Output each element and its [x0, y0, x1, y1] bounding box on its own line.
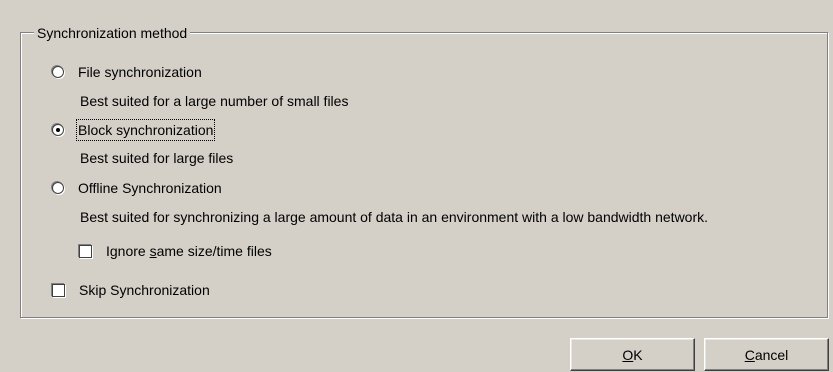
radio-button-unchecked-icon[interactable] [52, 182, 64, 194]
cancel-button[interactable]: Cancel [704, 338, 829, 371]
radio-button-unchecked-icon[interactable] [52, 66, 64, 78]
radio-offline-synchronization[interactable]: Offline Synchronization [52, 179, 222, 197]
group-title: Synchronization method [34, 24, 191, 42]
checkbox-skip-synchronization[interactable]: Skip Synchronization [52, 281, 210, 299]
radio-file-synchronization[interactable]: File synchronization [52, 63, 202, 81]
checkbox-unchecked-icon[interactable] [52, 283, 65, 297]
radio-label-file-synchronization: File synchronization [78, 64, 202, 80]
checkbox-label-skip-synchronization: Skip Synchronization [79, 282, 210, 298]
block-synchronization-description: Best suited for large files [80, 150, 234, 166]
radio-label-offline-synchronization: Offline Synchronization [78, 180, 222, 196]
checkbox-label-ignore-same-size-time-files: Ignore same size/time files [106, 243, 272, 259]
ok-button[interactable]: OK [570, 338, 695, 371]
checkbox-ignore-same-size-time-files[interactable]: Ignore same size/time files [79, 242, 272, 260]
radio-block-synchronization[interactable]: Block synchronization [52, 119, 216, 141]
radio-button-checked-icon[interactable] [52, 124, 64, 136]
radio-label-block-synchronization: Block synchronization [75, 119, 216, 141]
offline-synchronization-description: Best suited for synchronizing a large am… [80, 209, 709, 225]
checkbox-unchecked-icon[interactable] [79, 244, 92, 258]
file-synchronization-description: Best suited for a large number of small … [80, 93, 349, 109]
